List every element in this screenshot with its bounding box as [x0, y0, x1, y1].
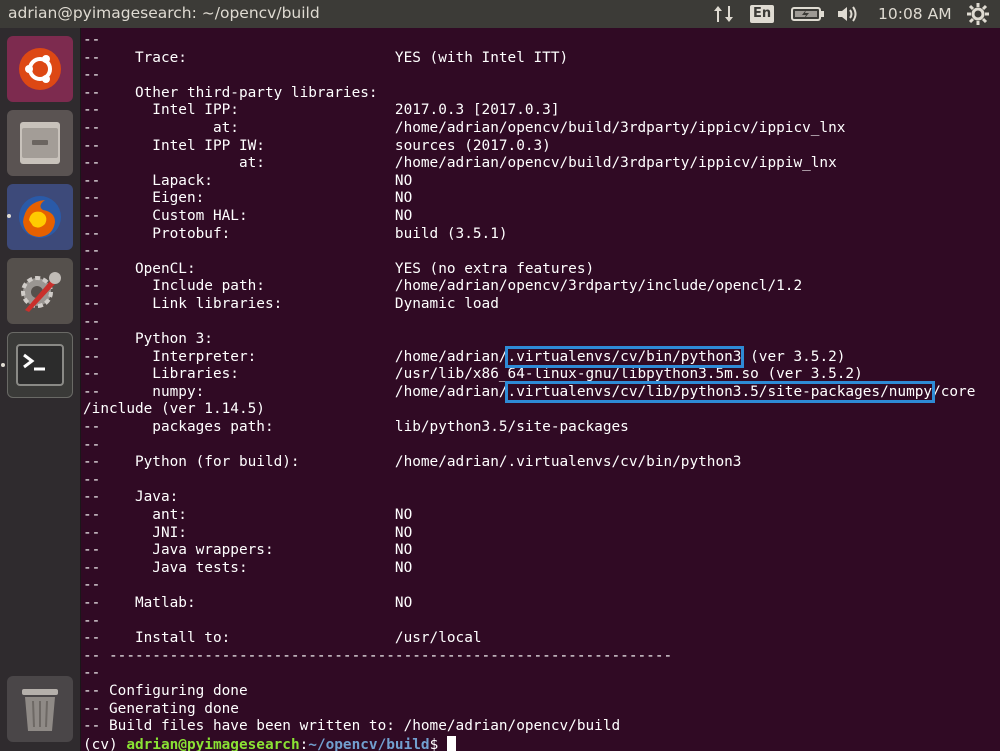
terminal-line: -- at: /home/adrian/opencv/build/3rdpart… — [83, 155, 837, 172]
terminal-line: -- Intel IPP: 2017.0.3 [2017.0.3] — [83, 102, 560, 119]
battery-icon[interactable] — [791, 0, 825, 28]
settings-wrench-icon — [21, 272, 61, 312]
terminal-line: -- Interpreter: /home/adrian/.virtualenv… — [81, 345, 1000, 368]
terminal-line: -- Java tests: NO — [83, 559, 413, 576]
terminal-line: /include (ver 1.14.5) — [83, 401, 265, 418]
line-text: -- numpy: /home/adrian/ — [83, 383, 508, 400]
firefox-icon — [19, 196, 61, 238]
terminal-line: -- packages path: lib/python3.5/site-pac… — [83, 419, 629, 436]
clock[interactable]: 10:08 AM — [878, 0, 952, 28]
files-button[interactable] — [7, 110, 73, 176]
terminal-line: -- Generating done — [83, 700, 239, 717]
terminal-icon — [16, 344, 64, 386]
terminal-line: -- at: /home/adrian/opencv/build/3rdpart… — [83, 119, 846, 136]
line-text: (ver 3.5.2) — [741, 348, 846, 365]
prompt-env: (cv) — [83, 736, 127, 751]
firefox-button[interactable] — [7, 184, 73, 250]
terminal-line: -- — [83, 32, 101, 48]
terminal-line: -- Include path: /home/adrian/opencv/3rd… — [83, 278, 803, 295]
trash-button[interactable] — [7, 676, 73, 742]
terminal-line: -- — [83, 577, 101, 594]
terminal-line: -- — [83, 436, 101, 453]
highlight-box: .virtualenvs/cv/lib/python3.5/site-packa… — [504, 380, 936, 403]
terminal-line: -- Protobuf: build (3.5.1) — [83, 225, 508, 242]
running-indicator — [1, 363, 5, 367]
terminal-line: -- Trace: YES (with Intel ITT) — [83, 49, 569, 66]
terminal-line: -- — [83, 243, 101, 260]
terminal-line: -- — [83, 67, 101, 84]
line-text: /core — [932, 383, 976, 400]
terminal-line: -- Python 3: — [83, 331, 213, 348]
line-text: -- Interpreter: /home/adrian/ — [83, 348, 508, 365]
file-cabinet-icon — [20, 122, 60, 164]
terminal-line: -- Libraries: /usr/lib/x86_64-linux-gnu/… — [83, 366, 863, 383]
keyboard-language-indicator[interactable]: En — [750, 0, 775, 28]
terminal-line: -- Lapack: NO — [83, 172, 413, 189]
terminal-prompt[interactable]: (cv) adrian@pyimagesearch:~/opencv/build… — [81, 735, 1000, 751]
ubuntu-logo-icon — [19, 48, 61, 90]
terminal-line: -- — [83, 471, 101, 488]
ubuntu-dash-button[interactable] — [7, 36, 73, 102]
terminal-button[interactable] — [1, 332, 73, 398]
terminal-line: -- Intel IPP IW: sources (2017.0.3) — [83, 137, 551, 154]
text-cursor — [446, 735, 456, 751]
terminal-line: -- -------------------------------------… — [83, 647, 673, 664]
prompt-user-host: adrian@pyimagesearch — [126, 736, 300, 751]
terminal-line: -- Other third-party libraries: — [83, 84, 378, 101]
terminal-output[interactable]: -- -- Trace: YES (with Intel ITT) -- -- Oth… — [81, 28, 1000, 751]
terminal-line: -- ant: NO — [83, 507, 413, 524]
terminal-line: -- OpenCL: YES (no extra features) — [83, 260, 595, 277]
terminal-line: -- numpy: /home/adrian/.virtualenvs/cv/l… — [81, 380, 1000, 403]
terminal-line: -- JNI: NO — [83, 524, 413, 541]
trash-icon — [22, 689, 58, 731]
terminal-line: -- Configuring done — [83, 682, 248, 699]
terminal-line: -- Install to: /usr/local — [83, 630, 482, 647]
terminal-lines: -- -- Trace: YES (with Intel ITT) -- -- Oth… — [81, 32, 1000, 736]
network-updown-icon[interactable] — [712, 0, 736, 28]
terminal-line: -- Java: — [83, 489, 179, 506]
top-panel: adrian@pyimagesearch: ~/opencv/build En … — [0, 0, 1000, 28]
system-settings-button[interactable] — [7, 258, 73, 324]
running-indicator — [7, 214, 11, 218]
terminal-line: -- — [83, 612, 101, 629]
terminal-line: -- Java wrappers: NO — [83, 542, 413, 559]
terminal-line: -- — [83, 313, 101, 330]
window-title: adrian@pyimagesearch: ~/opencv/build — [8, 4, 320, 22]
prompt-path: ~/opencv/build — [308, 736, 430, 751]
terminal-line: -- Eigen: NO — [83, 190, 413, 207]
prompt-separator: : — [299, 736, 309, 751]
terminal-line: -- Build files have been written to: /ho… — [83, 718, 621, 735]
volume-icon[interactable] — [836, 0, 862, 28]
terminal-line: -- Python (for build): /home/adrian/.vir… — [83, 454, 742, 471]
terminal-line: -- Matlab: NO — [83, 595, 413, 611]
terminal-line: -- — [83, 665, 101, 682]
settings-gear-icon[interactable] — [966, 0, 990, 28]
prompt-symbol: $ — [429, 736, 447, 751]
terminal-line: -- Custom HAL: NO — [83, 207, 413, 224]
terminal-line: -- Link libraries: Dynamic load — [83, 295, 499, 312]
launcher — [0, 28, 81, 751]
highlight-box: .virtualenvs/cv/bin/python3 — [504, 345, 745, 368]
